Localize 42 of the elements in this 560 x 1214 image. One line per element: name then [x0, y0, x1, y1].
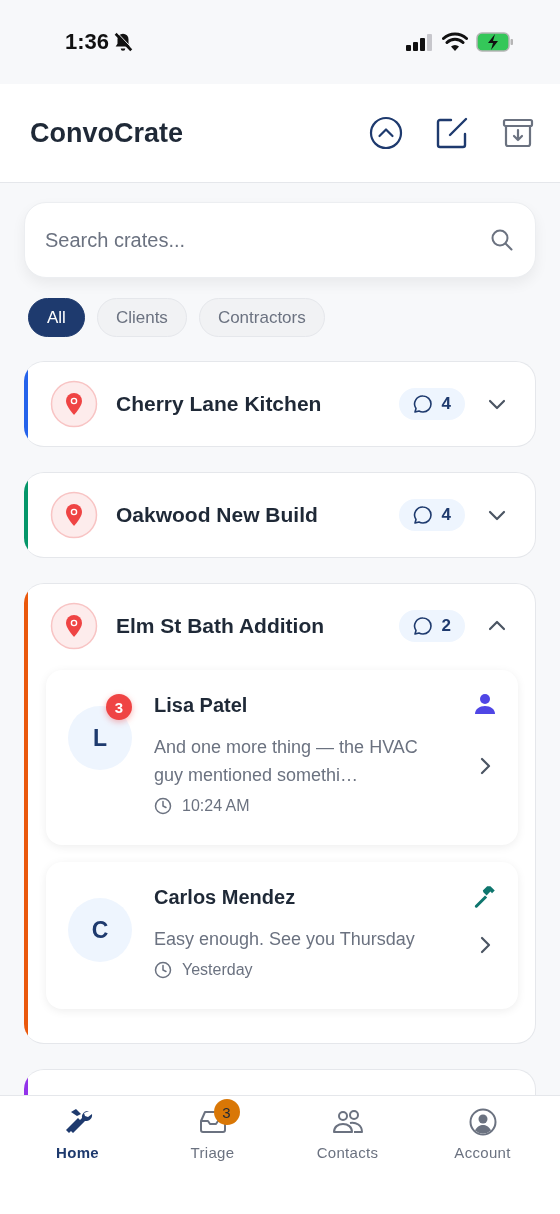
tab-badge: 3: [213, 1099, 240, 1125]
search-field[interactable]: Search crates...: [24, 202, 536, 278]
unread-badge: 3: [106, 694, 132, 720]
comment-icon: [412, 505, 433, 525]
location-pin-icon: [50, 380, 98, 428]
tab-bar-item[interactable]: Account: [415, 1098, 550, 1168]
tab-bar-item[interactable]: 3 Triage: [145, 1098, 280, 1168]
message-count: 4: [398, 388, 465, 420]
crate-title: Oakwood New Build: [116, 503, 319, 527]
message-count: 4: [398, 499, 465, 531]
filter-chip[interactable]: All: [28, 298, 85, 337]
message-time: Yesterday: [182, 961, 253, 979]
account-icon: [468, 1108, 497, 1136]
crate-title: Elm St Bath Addition: [116, 614, 326, 638]
search-icon: [490, 228, 514, 252]
contact-avatar: C: [68, 898, 132, 962]
wifi-icon: [442, 32, 468, 52]
signal-icon: [406, 33, 434, 51]
clock-icon: [154, 797, 172, 815]
location-pin-icon: [50, 602, 98, 650]
message-preview: Easy enough. See you Thursday: [154, 928, 416, 951]
bell-slash-icon: [112, 31, 135, 53]
location-pin-icon: [50, 491, 98, 539]
message-time: 10:24 AM: [182, 797, 250, 815]
tab-bar-item[interactable]: Contacts: [280, 1098, 415, 1168]
message-preview: And one more thing — the HVAC guy mentioned somethi…: [154, 736, 419, 787]
message-count: 2: [398, 610, 465, 642]
battery-icon: [476, 32, 514, 52]
filter-chip[interactable]: Clients: [96, 298, 187, 337]
hammer-icon: [472, 884, 498, 910]
people-icon: [331, 1109, 364, 1135]
person-icon: [473, 692, 497, 716]
crate-title: Cherry Lane Kitchen: [116, 392, 323, 416]
status-time: 1:36: [65, 29, 110, 55]
comment-icon: [412, 394, 433, 414]
tab-bar-item[interactable]: Home: [10, 1098, 145, 1168]
app-title: ConvoCrate: [30, 117, 185, 149]
contact-name: Carlos Mendez: [154, 886, 297, 909]
filter-chip[interactable]: Contractors: [198, 298, 325, 337]
comment-icon: [412, 616, 433, 636]
clock-icon: [154, 961, 172, 979]
contact-name: Lisa Patel: [154, 694, 249, 717]
